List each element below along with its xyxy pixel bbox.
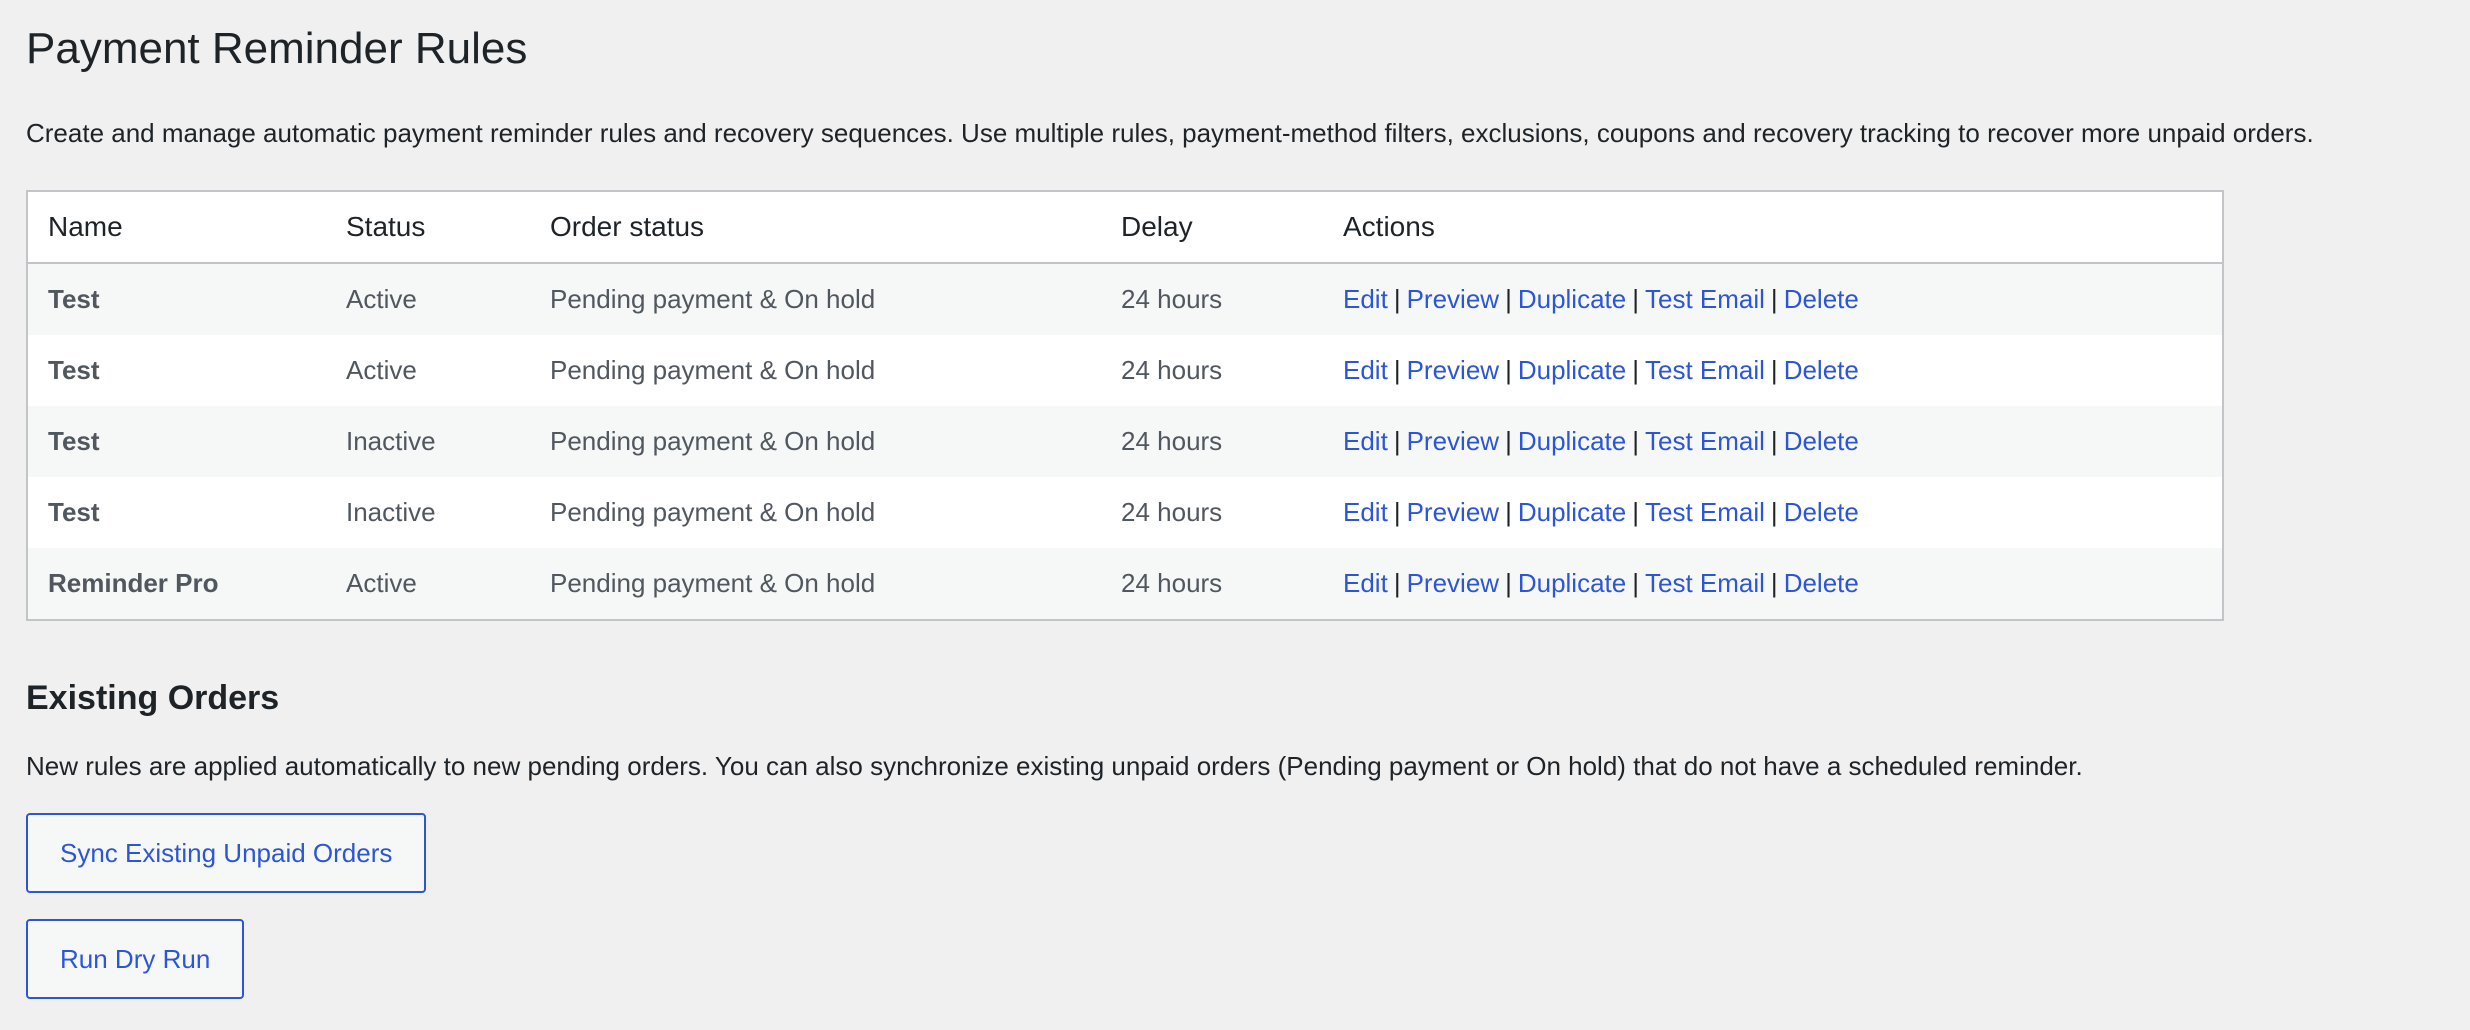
column-header-delay: Delay (1101, 191, 1323, 264)
rule-status: Active (326, 335, 530, 406)
rule-status: Active (326, 548, 530, 620)
action-separator: | (1505, 426, 1512, 456)
table-row: Test Active Pending payment & On hold 24… (27, 263, 2223, 335)
rule-name: Test (27, 335, 326, 406)
rule-order-status: Pending payment & On hold (530, 477, 1101, 548)
delete-link[interactable]: Delete (1784, 284, 1859, 314)
rule-name: Test (27, 477, 326, 548)
rule-actions: Edit | Preview | Duplicate | Test Email | Delete (1323, 263, 2223, 335)
action-separator: | (1505, 284, 1512, 314)
delete-link[interactable]: Delete (1784, 568, 1859, 598)
rule-actions: Edit | Preview | Duplicate | Test Email | Delete (1323, 406, 2223, 477)
delete-link[interactable]: Delete (1784, 497, 1859, 527)
column-header-order-status: Order status (530, 191, 1101, 264)
run-dry-run-button[interactable]: Run Dry Run (26, 919, 245, 999)
action-separator: | (1632, 284, 1639, 314)
page-title: Payment Reminder Rules (26, 24, 528, 73)
table-row: Test Active Pending payment & On hold 24… (27, 335, 2223, 406)
action-separator: | (1393, 497, 1401, 527)
rule-actions: Edit | Preview | Duplicate | Test Email | Delete (1323, 477, 2223, 548)
rule-delay: 24 hours (1101, 477, 1323, 548)
existing-orders-description: New rules are applied automatically to n… (26, 751, 2083, 781)
table-row: Test Inactive Pending payment & On hold … (27, 477, 2223, 548)
action-separator: | (1632, 355, 1639, 385)
rule-name: Test (27, 406, 326, 477)
test-email-link[interactable]: Test Email (1645, 426, 1765, 456)
rules-table: Name Status Order status Delay Actions T… (26, 190, 2224, 621)
edit-link[interactable]: Edit (1343, 426, 1388, 456)
rule-order-status: Pending payment & On hold (530, 548, 1101, 620)
rule-delay: 24 hours (1101, 335, 1323, 406)
action-separator: | (1770, 284, 1778, 314)
edit-link[interactable]: Edit (1343, 497, 1388, 527)
edit-link[interactable]: Edit (1343, 355, 1388, 385)
existing-orders-title: Existing Orders (26, 679, 280, 717)
action-separator: | (1393, 568, 1401, 598)
action-separator: | (1770, 355, 1778, 385)
action-separator: | (1632, 497, 1639, 527)
rule-order-status: Pending payment & On hold (530, 263, 1101, 335)
test-email-link[interactable]: Test Email (1645, 568, 1765, 598)
table-row: Test Inactive Pending payment & On hold … (27, 406, 2223, 477)
rule-name: Test (27, 263, 326, 335)
preview-link[interactable]: Preview (1407, 568, 1499, 598)
page-intro: Create and manage automatic payment remi… (26, 118, 2314, 148)
action-separator: | (1770, 568, 1778, 598)
rule-delay: 24 hours (1101, 263, 1323, 335)
action-separator: | (1770, 426, 1778, 456)
duplicate-link[interactable]: Duplicate (1518, 426, 1626, 456)
action-separator: | (1393, 355, 1401, 385)
preview-link[interactable]: Preview (1407, 426, 1499, 456)
action-separator: | (1393, 284, 1401, 314)
duplicate-link[interactable]: Duplicate (1518, 568, 1626, 598)
preview-link[interactable]: Preview (1407, 497, 1499, 527)
rule-status: Inactive (326, 406, 530, 477)
action-separator: | (1632, 426, 1639, 456)
action-separator: | (1393, 426, 1401, 456)
action-separator: | (1505, 497, 1512, 527)
rule-order-status: Pending payment & On hold (530, 335, 1101, 406)
rule-delay: 24 hours (1101, 548, 1323, 620)
delete-link[interactable]: Delete (1784, 426, 1859, 456)
rule-status: Inactive (326, 477, 530, 548)
column-header-status: Status (326, 191, 530, 264)
test-email-link[interactable]: Test Email (1645, 355, 1765, 385)
duplicate-link[interactable]: Duplicate (1518, 284, 1626, 314)
sync-existing-orders-button[interactable]: Sync Existing Unpaid Orders (26, 813, 427, 893)
preview-link[interactable]: Preview (1407, 284, 1499, 314)
table-row: Reminder Pro Active Pending payment & On… (27, 548, 2223, 620)
action-separator: | (1632, 568, 1639, 598)
rule-status: Active (326, 263, 530, 335)
action-separator: | (1505, 355, 1512, 385)
duplicate-link[interactable]: Duplicate (1518, 355, 1626, 385)
page-wrap: Payment Reminder Rules Create and manage… (0, 0, 2470, 999)
delete-link[interactable]: Delete (1784, 355, 1859, 385)
rule-order-status: Pending payment & On hold (530, 406, 1101, 477)
column-header-actions: Actions (1323, 191, 2223, 264)
action-separator: | (1505, 568, 1512, 598)
rule-name: Reminder Pro (27, 548, 326, 620)
edit-link[interactable]: Edit (1343, 568, 1388, 598)
test-email-link[interactable]: Test Email (1645, 497, 1765, 527)
preview-link[interactable]: Preview (1407, 355, 1499, 385)
edit-link[interactable]: Edit (1343, 284, 1388, 314)
rule-actions: Edit | Preview | Duplicate | Test Email | Delete (1323, 335, 2223, 406)
action-separator: | (1770, 497, 1778, 527)
table-header-row: Name Status Order status Delay Actions (27, 191, 2223, 264)
rule-delay: 24 hours (1101, 406, 1323, 477)
test-email-link[interactable]: Test Email (1645, 284, 1765, 314)
column-header-name: Name (27, 191, 326, 264)
duplicate-link[interactable]: Duplicate (1518, 497, 1626, 527)
rule-actions: Edit | Preview | Duplicate | Test Email | Delete (1323, 548, 2223, 620)
